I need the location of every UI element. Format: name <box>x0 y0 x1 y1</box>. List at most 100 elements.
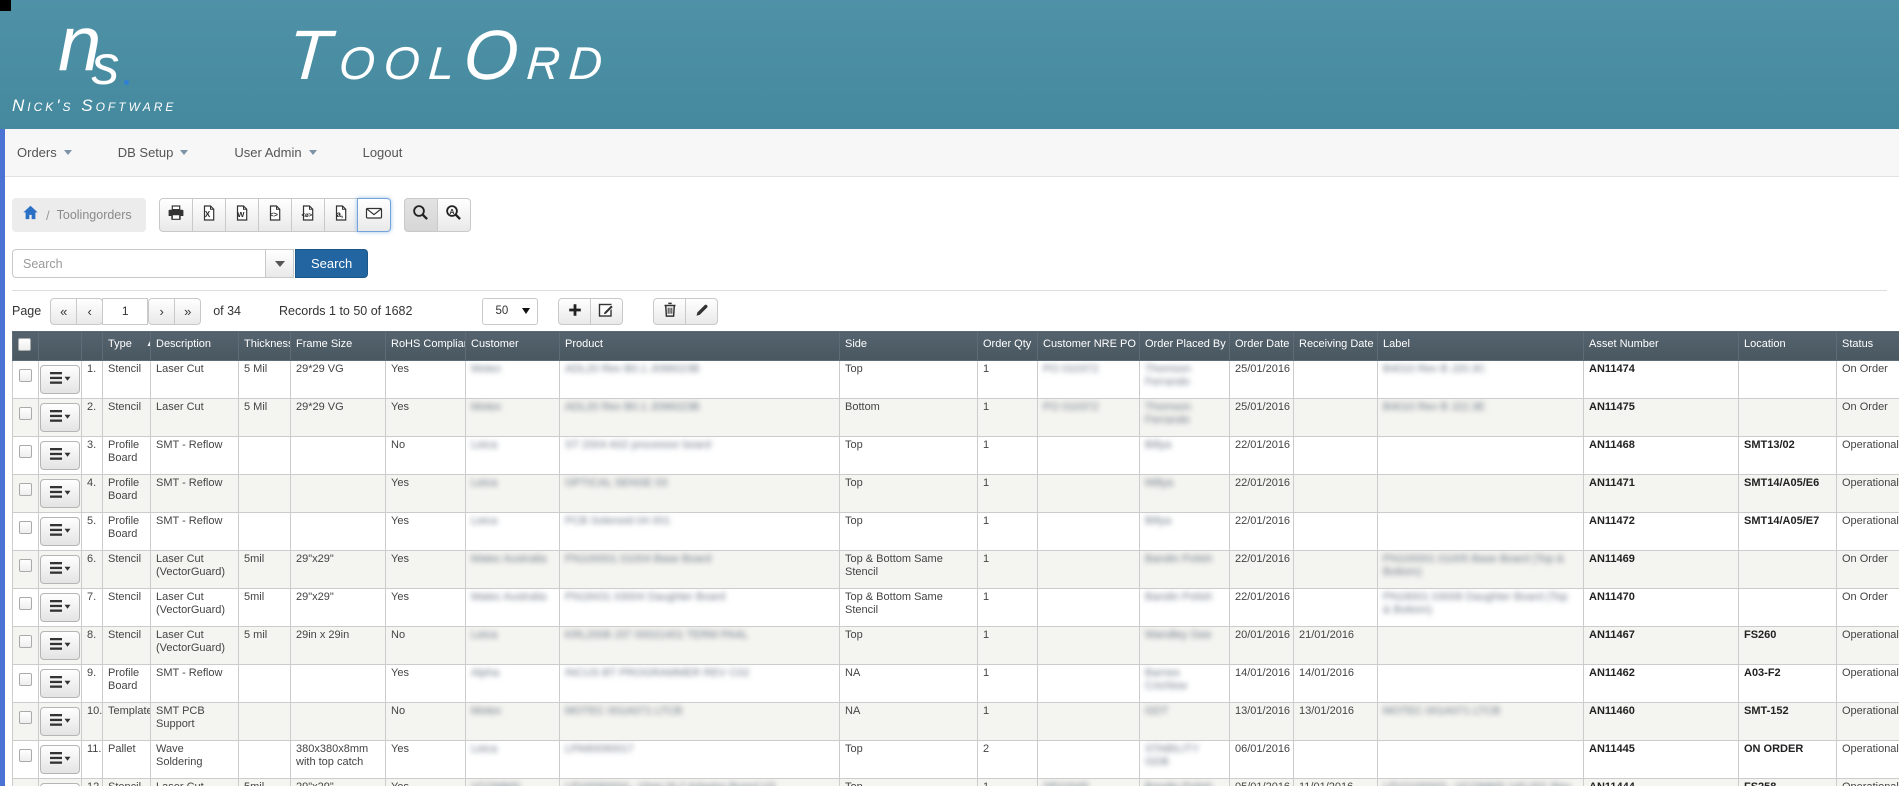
row-checkbox[interactable] <box>19 711 32 724</box>
row-menu-button[interactable] <box>40 707 80 736</box>
email-button[interactable] <box>356 198 391 232</box>
cell-customer_nre_po: SR10045 <box>1037 778 1140 786</box>
nav-db-setup[interactable]: DB Setup <box>118 145 189 160</box>
column-header-order_placed_by[interactable]: Order Placed By <box>1139 331 1230 361</box>
print-button[interactable] <box>158 198 193 232</box>
column-header-order_qty[interactable]: Order Qty <box>977 331 1038 361</box>
cell-menu <box>38 550 82 589</box>
export-xml-button[interactable]: <ø> <box>290 198 325 232</box>
table-row: 4. Profile Board SMT - Reflow Yes Leica OPTIC… <box>12 474 1899 513</box>
edit-record-button[interactable] <box>590 297 624 325</box>
advanced-search-button[interactable]: A <box>436 198 471 232</box>
redacted-text: PCB Solenoid 04 001 <box>565 515 671 527</box>
row-checkbox[interactable] <box>19 635 32 648</box>
nav-orders[interactable]: Orders <box>17 145 72 160</box>
nav-user-admin[interactable]: User Admin <box>234 145 317 160</box>
cell-type: Stencil <box>102 588 151 627</box>
row-checkbox[interactable] <box>19 749 32 762</box>
menu-bars-icon <box>49 447 71 465</box>
row-checkbox[interactable] <box>19 673 32 686</box>
select-all-checkbox[interactable] <box>18 338 31 351</box>
cell-label: PN100001 01005 Base Board (Top & Bottom) <box>1377 550 1584 589</box>
column-header-rohs[interactable]: RoHS Compliant <box>385 331 466 361</box>
row-checkbox[interactable] <box>19 483 32 496</box>
redacted-text: PN18431 03004 Daughter Board <box>565 591 726 603</box>
column-header-customer[interactable]: Customer <box>465 331 560 361</box>
nav-logout[interactable]: Logout <box>363 145 403 160</box>
delete-record-button[interactable] <box>653 297 687 325</box>
cell-receiving_date <box>1293 550 1378 589</box>
first-page-button[interactable]: « <box>50 297 78 325</box>
table-row: 9. Profile Board SMT - Reflow Yes Alpha INCUS… <box>12 664 1899 703</box>
toolbar: / Toolingorders X W <> <ø> a, A <box>12 198 1899 233</box>
search-submit-button[interactable]: Search <box>295 249 369 278</box>
column-header-thickness[interactable]: Thickness <box>238 331 291 361</box>
row-checkbox[interactable] <box>19 559 32 572</box>
quick-search-toggle-button[interactable] <box>403 198 438 232</box>
cell-order_qty: 1 <box>977 702 1038 741</box>
row-menu-button[interactable] <box>40 365 80 394</box>
export-word-button[interactable]: W <box>224 198 259 232</box>
column-header-customer_nre_po[interactable]: Customer NRE PO <box>1037 331 1140 361</box>
cell-order_placed_by: Bandin Polish <box>1139 550 1230 589</box>
home-icon[interactable] <box>22 204 39 226</box>
row-checkbox[interactable] <box>19 445 32 458</box>
nav-user-admin-label: User Admin <box>234 145 302 160</box>
search-field-dropdown-button[interactable] <box>265 249 294 278</box>
row-checkbox[interactable] <box>19 407 32 420</box>
row-checkbox[interactable] <box>19 369 32 382</box>
column-header-description[interactable]: Description <box>150 331 239 361</box>
row-checkbox[interactable] <box>19 597 32 610</box>
add-record-button[interactable] <box>558 297 592 325</box>
cell-num: 6. <box>81 550 103 589</box>
nav-logout-label: Logout <box>362 145 403 160</box>
row-menu-button[interactable] <box>40 479 80 508</box>
menu-bars-icon <box>49 599 71 617</box>
row-menu-button[interactable] <box>40 441 80 470</box>
row-menu-button[interactable] <box>40 517 80 546</box>
row-menu-button[interactable] <box>40 669 80 698</box>
column-header-side[interactable]: Side <box>839 331 978 361</box>
row-menu-button[interactable] <box>40 403 80 432</box>
modify-record-button[interactable] <box>685 297 719 325</box>
row-menu-button[interactable] <box>40 593 80 622</box>
column-header-label[interactable]: Label <box>1377 331 1584 361</box>
cell-thickness: 5 Mil <box>238 398 291 437</box>
column-header-asset_number[interactable]: Asset Number <box>1583 331 1739 361</box>
column-header-frame_size[interactable]: Frame Size <box>290 331 386 361</box>
row-menu-button[interactable] <box>40 631 80 660</box>
column-header-receiving_date[interactable]: Receiving Date <box>1293 331 1378 361</box>
export-csv-button[interactable]: a, <box>323 198 358 232</box>
redacted-text: Matec Australia <box>471 553 547 565</box>
prev-page-button[interactable]: ‹ <box>76 297 104 325</box>
cell-order_date: 25/01/2016 <box>1229 398 1294 437</box>
column-header-status[interactable]: Status <box>1836 331 1899 361</box>
cell-asset_number: AN11445 <box>1583 740 1739 779</box>
cell-location <box>1738 550 1837 589</box>
row-menu-button[interactable] <box>40 555 80 584</box>
redacted-text: Barnes Crichlow <box>1145 667 1188 692</box>
column-header-product[interactable]: Product <box>559 331 840 361</box>
next-page-button[interactable]: › <box>148 297 176 325</box>
last-page-button[interactable]: » <box>174 297 202 325</box>
export-html-button[interactable]: <> <box>257 198 292 232</box>
page-size-select[interactable]: 50 <box>482 297 539 325</box>
page-number-input[interactable] <box>102 297 149 325</box>
redacted-text: LPV0090004 - Viper M.2 Adaptor Board V3 <box>565 781 775 786</box>
row-checkbox[interactable] <box>19 521 32 534</box>
cell-thickness <box>238 474 291 513</box>
row-menu-button[interactable] <box>40 745 80 774</box>
breadcrumb-current[interactable]: Toolingorders <box>57 208 132 222</box>
cell-num: 12. <box>81 778 103 786</box>
redacted-text: Leica <box>471 743 498 755</box>
column-header-location[interactable]: Location <box>1738 331 1837 361</box>
redacted-text: Leica <box>471 439 498 451</box>
export-excel-button[interactable]: X <box>191 198 226 232</box>
cell-product: LPV0090004 - Viper M.2 Adaptor Board V3 <box>559 778 840 786</box>
cell-num: 4. <box>81 474 103 513</box>
column-header-type[interactable]: Type▲ <box>102 331 151 361</box>
search-input[interactable] <box>12 249 265 278</box>
cell-description: Laser Cut <box>150 398 239 437</box>
column-header-order_date[interactable]: Order Date▼ <box>1229 331 1294 361</box>
cell-frame_size <box>290 512 386 551</box>
